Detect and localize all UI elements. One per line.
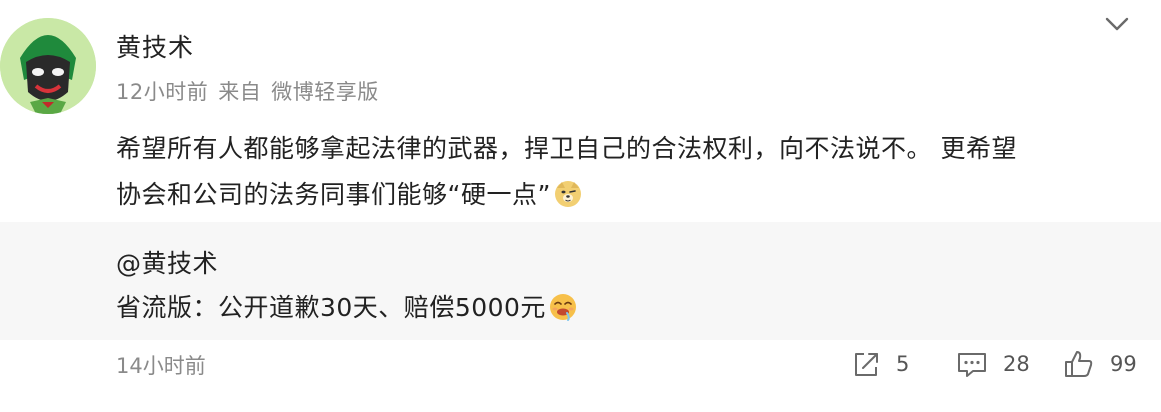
drooling-emoji-icon: [549, 294, 576, 321]
share-button[interactable]: 5: [850, 344, 909, 384]
repost-text: 省流版：公开道歉30天、赔偿5000元: [116, 288, 578, 324]
repost-text-content: 省流版：公开道歉30天、赔偿5000元: [116, 293, 546, 322]
repost-author[interactable]: @黄技术: [116, 244, 218, 280]
repost-block[interactable]: @黄技术 省流版：公开道歉30天、赔偿5000元: [0, 222, 1161, 340]
comment-count: 28: [1003, 352, 1030, 376]
comment-icon: [958, 353, 986, 377]
chevron-down-icon[interactable]: [1104, 14, 1130, 34]
post-meta: 12小时前 来自 微博轻享版: [116, 76, 389, 106]
weibo-post-card: 黄技术 12小时前 来自 微博轻享版 希望所有人都能够拿起法律的武器，捍卫自己的合法…: [0, 0, 1161, 412]
post-text-line-1: 希望所有人都能够拿起法律的武器，捍卫自己的合法权利，向不法说不。 更希望: [116, 134, 1017, 163]
avatar[interactable]: [0, 18, 96, 114]
share-count: 5: [896, 352, 910, 376]
share-icon: [855, 353, 878, 376]
author-name[interactable]: 黄技术: [116, 28, 194, 64]
post-text-line-2-content: 协会和公司的法务同事们能够“硬一点”: [116, 180, 551, 209]
post-text: 希望所有人都能够拿起法律的武器，捍卫自己的合法权利，向不法说不。 更希望 协会和…: [116, 126, 1146, 218]
like-count: 99: [1110, 352, 1137, 376]
joker-avatar-image: [0, 18, 96, 114]
post-time: 12小时前: [116, 80, 209, 104]
post-text-line-2: 协会和公司的法务同事们能够“硬一点”: [116, 172, 1146, 218]
repost-time: 14小时前: [116, 354, 206, 378]
like-button[interactable]: 99: [1062, 344, 1137, 384]
doge-emoji-icon: [554, 181, 581, 207]
comment-button[interactable]: 28: [955, 344, 1030, 384]
source-prefix: 来自: [218, 80, 262, 104]
post-source[interactable]: 微博轻享版: [271, 80, 379, 104]
thumbs-up-icon: [1065, 351, 1093, 377]
